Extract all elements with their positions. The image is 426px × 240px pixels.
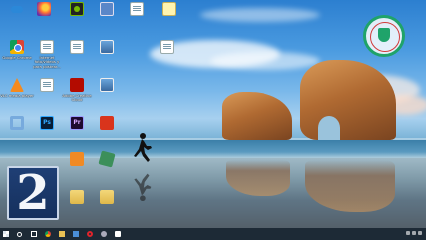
desktop-shortcut[interactable]: [27, 2, 61, 16]
desktop-shortcut[interactable]: [90, 78, 124, 92]
search-icon: [17, 231, 22, 237]
chrome-icon: [44, 231, 51, 237]
gear-app-icon: [10, 116, 24, 130]
vlc-icon: [10, 78, 24, 92]
doc-icon-2: [70, 40, 84, 54]
doc-icon-4: [40, 78, 54, 92]
taskbar-settings[interactable]: [98, 229, 109, 239]
taskbar-opera[interactable]: [84, 229, 95, 239]
green-app-icon: [98, 150, 116, 168]
search-button[interactable]: [14, 229, 25, 239]
folder-icon: [58, 231, 65, 237]
task-view-button[interactable]: [28, 229, 39, 239]
desktop-shortcut[interactable]: Ps: [30, 116, 64, 130]
runner-reflection: [134, 173, 152, 202]
cloud-app-icon: [10, 6, 24, 20]
photo-icon: [100, 40, 114, 54]
note-icon: [162, 2, 176, 16]
desktop-shortcut[interactable]: [90, 150, 124, 168]
system-tray[interactable]: [386, 231, 422, 237]
tray-icon: [418, 231, 422, 235]
monitor-icon: [100, 2, 114, 16]
taskbar-file-explorer[interactable]: [56, 229, 67, 239]
desktop-shortcut[interactable]: [60, 40, 94, 54]
taskbar: [0, 228, 426, 240]
image-icon: [100, 78, 114, 92]
taskbar-store[interactable]: [70, 229, 81, 239]
episode-number-badge: 2: [7, 166, 59, 220]
store-icon: [72, 231, 79, 237]
shortcut-label: VLC media player: [0, 93, 34, 98]
desktop-shortcut[interactable]: [60, 2, 94, 16]
desktop-shortcut[interactable]: [90, 40, 124, 54]
photoshop-icon: Ps: [40, 116, 54, 130]
desktop-shortcut[interactable]: [152, 2, 186, 16]
firefox-icon: [37, 2, 51, 16]
file-icon-1: [130, 2, 144, 16]
shortcut-label: Internet foto/videos y para postear...: [33, 55, 61, 69]
folder-icon-1: [70, 190, 84, 204]
tray-icon: [412, 231, 416, 235]
desktop-shortcut[interactable]: [60, 152, 94, 166]
desktop-shortcut[interactable]: Adobe Creative Cloud: [60, 78, 94, 103]
tray-icon: [406, 231, 410, 235]
desktop-shortcut[interactable]: [0, 116, 34, 130]
desktop-shortcut[interactable]: VLC media player: [0, 78, 34, 98]
chrome-icon: [10, 40, 24, 54]
desktop-shortcut[interactable]: [90, 2, 124, 16]
start-button[interactable]: [0, 229, 11, 239]
desktop-shortcut[interactable]: [90, 190, 124, 204]
doc-icon-3: [160, 40, 174, 54]
task-view-icon: [30, 231, 37, 237]
folder-icon-2: [100, 190, 114, 204]
desktop-shortcut[interactable]: [60, 190, 94, 204]
runner-silhouette: [134, 133, 152, 162]
desktop-shortcut[interactable]: [120, 2, 154, 16]
paint-icon: [100, 116, 114, 130]
rock-arch: [300, 60, 396, 140]
rock-arch-opening: [318, 116, 340, 140]
desktop-shortcut[interactable]: Internet foto/videos y para postear...: [30, 40, 64, 69]
cloud: [210, 52, 320, 70]
acrobat-icon: [70, 78, 84, 92]
desktop-shortcut[interactable]: [30, 78, 64, 92]
desktop-shortcut[interactable]: Google Chrome: [0, 40, 34, 60]
cloud: [200, 8, 320, 22]
camera-icon: [114, 231, 121, 237]
episode-number: 2: [16, 165, 50, 221]
premiere-icon: Pr: [70, 116, 84, 130]
nvidia-icon: [70, 2, 84, 16]
opera-icon: [86, 231, 93, 237]
desktop-shortcut[interactable]: [90, 116, 124, 130]
channel-logo: [363, 15, 405, 57]
desktop-shortcut[interactable]: [150, 40, 184, 54]
rock-small: [222, 92, 292, 140]
gear-icon: [100, 231, 107, 237]
shortcut-label: Google Chrome: [2, 55, 32, 60]
taskbar-camera[interactable]: [112, 229, 123, 239]
windows-icon: [2, 231, 9, 237]
taskbar-chrome[interactable]: [42, 229, 53, 239]
desktop-shortcut[interactable]: Pr: [60, 116, 94, 130]
orange-app-icon: [70, 152, 84, 166]
shortcut-label: Adobe Creative Cloud: [62, 93, 92, 103]
doc-icon-1: [40, 40, 54, 54]
